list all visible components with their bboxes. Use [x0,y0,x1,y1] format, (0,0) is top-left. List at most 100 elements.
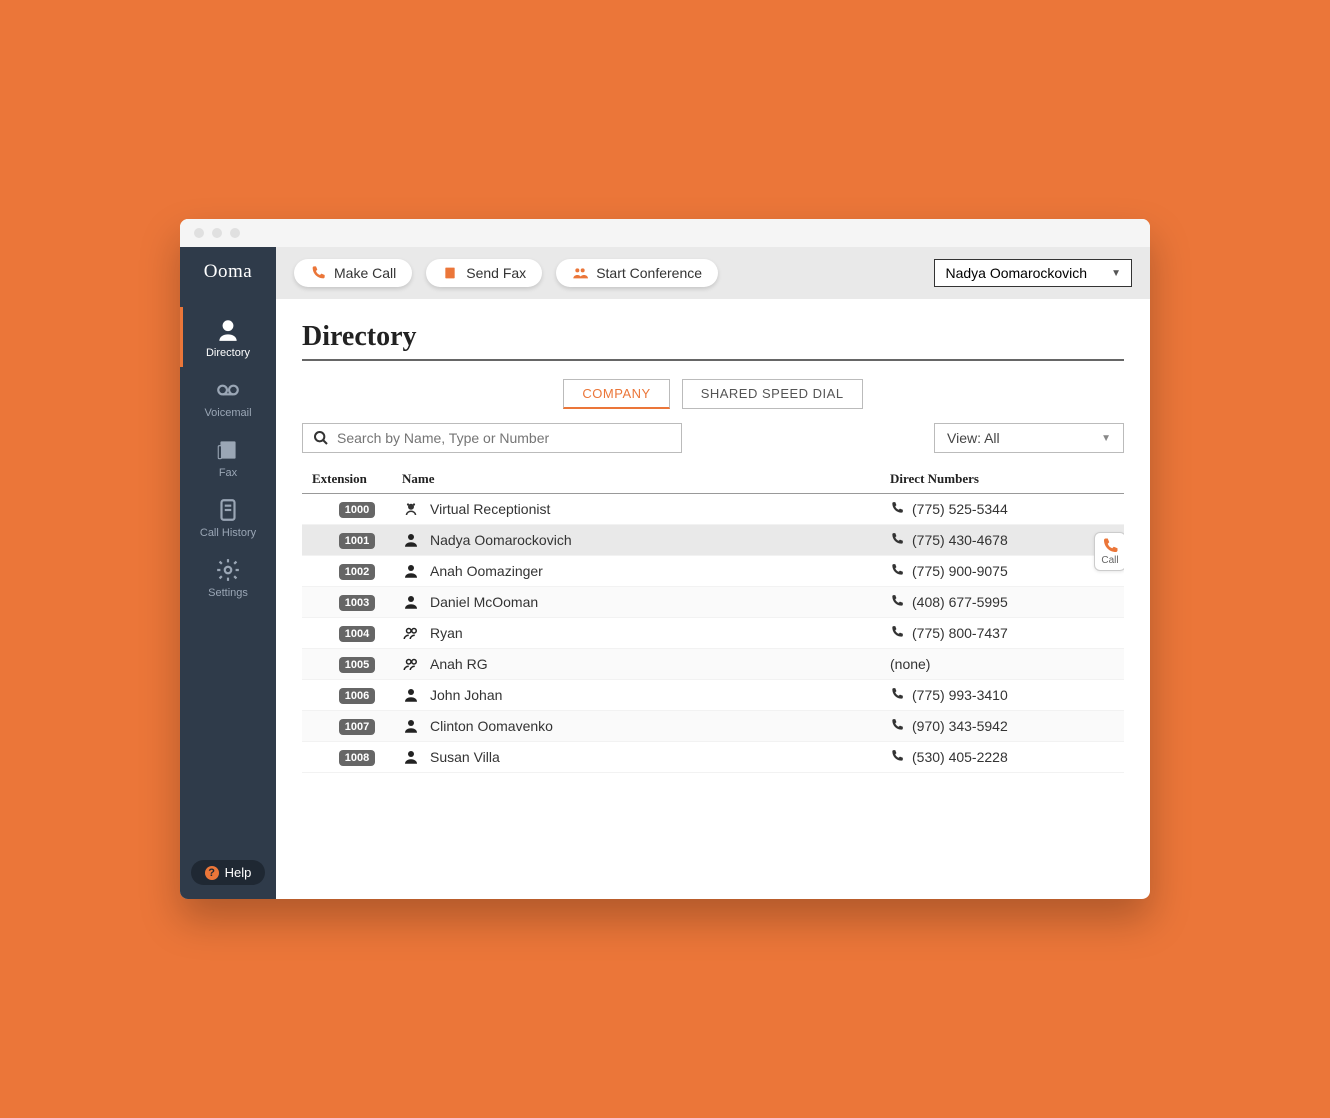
sidebar-item-fax[interactable]: Fax [180,427,276,487]
contact-name: Daniel McOoman [430,594,538,610]
sidebar-label: Fax [219,467,237,479]
help-button[interactable]: ? Help [191,860,266,885]
col-direct-numbers: Direct Numbers [890,471,1120,487]
contact-name: Virtual Receptionist [430,501,550,517]
table-row[interactable]: 1007Clinton Oomavenko(970) 343-5942 [302,711,1124,742]
sidebar-item-directory[interactable]: Directory [180,307,276,367]
table-row[interactable]: 1008Susan Villa(530) 405-2228 [302,742,1124,773]
search-box[interactable] [302,423,682,453]
direct-number: (775) 525-5344 [912,501,1008,517]
phone-icon [890,594,904,611]
window-dot [230,228,240,238]
phone-icon [890,532,904,549]
window-dot [194,228,204,238]
contact-name: Anah Oomazinger [430,563,543,579]
sidebar-item-settings[interactable]: Settings [180,547,276,607]
direct-number: (none) [890,656,930,672]
table-row[interactable]: 1003 Daniel McOoman (408) 677-5995 [302,587,1124,618]
directory-icon [215,317,241,343]
contact-type-icon [402,686,420,704]
table-row[interactable]: 1002 Anah Oomazinger (775) 900-9075 [302,556,1124,587]
phone-icon [1101,537,1119,555]
app-window: Ooma Directory Voicemail Fax [180,219,1150,899]
window-dot [212,228,222,238]
extension-badge: 1003 [339,595,375,611]
titlebar [180,219,1150,247]
contact-type-icon [402,593,420,611]
tab-company[interactable]: COMPANY [563,379,669,409]
contact-name: Anah RG [430,656,488,672]
button-label: Start Conference [596,265,702,281]
chevron-down-icon: ▼ [1101,433,1111,444]
direct-number: (775) 993-3410 [912,687,1008,703]
content: Directory COMPANY SHARED SPEED DIAL View… [276,299,1150,899]
view-label: View: All [947,430,1000,446]
search-input[interactable] [337,430,671,446]
col-name: Name [402,471,890,487]
call-history-icon [215,497,241,523]
table-row[interactable]: 1005 Anah RG (none) [302,649,1124,680]
send-fax-button[interactable]: Send Fax [426,259,542,287]
phone-icon [890,718,904,735]
contact-name: Ryan [430,625,463,641]
sidebar-label: Settings [208,587,248,599]
call-label: Call [1101,555,1118,566]
sidebar-item-call-history[interactable]: Call History [180,487,276,547]
direct-number: (970) 343-5942 [912,718,1008,734]
search-icon [313,430,329,446]
contact-type-icon [402,624,420,642]
help-icon: ? [205,866,219,880]
sidebar-label: Voicemail [204,407,251,419]
main: Make Call Send Fax Start Conference Nady… [276,247,1150,899]
make-call-button[interactable]: Make Call [294,259,412,287]
table-row[interactable]: 1000 Virtual Receptionist (775) 525-5344 [302,494,1124,525]
sidebar-label: Directory [206,347,250,359]
brand-logo: Ooma [204,261,252,283]
voicemail-icon [215,377,241,403]
start-conference-button[interactable]: Start Conference [556,259,718,287]
extension-badge: 1000 [339,502,375,518]
user-dropdown[interactable]: Nadya Oomarockovich ▼ [934,259,1132,287]
tabs: COMPANY SHARED SPEED DIAL [302,379,1124,409]
phone-icon [890,563,904,580]
table-body: Call 1000 Virtual Receptionist (775) 525-5… [302,494,1124,899]
tab-shared-speed-dial[interactable]: SHARED SPEED DIAL [682,379,863,409]
contact-type-icon [402,717,420,735]
user-name: Nadya Oomarockovich [945,265,1087,281]
extension-badge: 1005 [339,657,375,673]
extension-badge: 1006 [339,688,375,704]
phone-icon [890,501,904,518]
topbar: Make Call Send Fax Start Conference Nady… [276,247,1150,299]
table-header: Extension Name Direct Numbers [302,465,1124,494]
contact-type-icon [402,531,420,549]
filter-row: View: All ▼ [302,423,1124,453]
call-action-tab[interactable]: Call [1094,532,1124,571]
phone-icon [890,625,904,642]
contact-name: John Johan [430,687,502,703]
direct-number: (408) 677-5995 [912,594,1008,610]
contact-name: Susan Villa [430,749,500,765]
button-label: Send Fax [466,265,526,281]
direct-number: (775) 800-7437 [912,625,1008,641]
contact-type-icon [402,748,420,766]
sidebar-item-voicemail[interactable]: Voicemail [180,367,276,427]
direct-number: (775) 900-9075 [912,563,1008,579]
sidebar-label: Call History [200,527,256,539]
sidebar: Ooma Directory Voicemail Fax [180,247,276,899]
fax-icon [442,265,458,281]
table-row[interactable]: 1006 John Johan (775) 993-3410 [302,680,1124,711]
phone-icon [310,265,326,281]
phone-icon [890,749,904,766]
gear-icon [215,557,241,583]
table-row[interactable]: 1001Nadya Oomarockovich(775) 430-4678 [302,525,1124,556]
contact-type-icon [402,500,420,518]
chevron-down-icon: ▼ [1111,268,1121,279]
extension-badge: 1008 [339,750,375,766]
view-dropdown[interactable]: View: All ▼ [934,423,1124,453]
extension-badge: 1002 [339,564,375,580]
fax-icon [215,437,241,463]
phone-icon [890,687,904,704]
col-extension: Extension [312,471,402,487]
table-row[interactable]: 1004Ryan(775) 800-7437 [302,618,1124,649]
page-title: Directory [302,321,1124,361]
